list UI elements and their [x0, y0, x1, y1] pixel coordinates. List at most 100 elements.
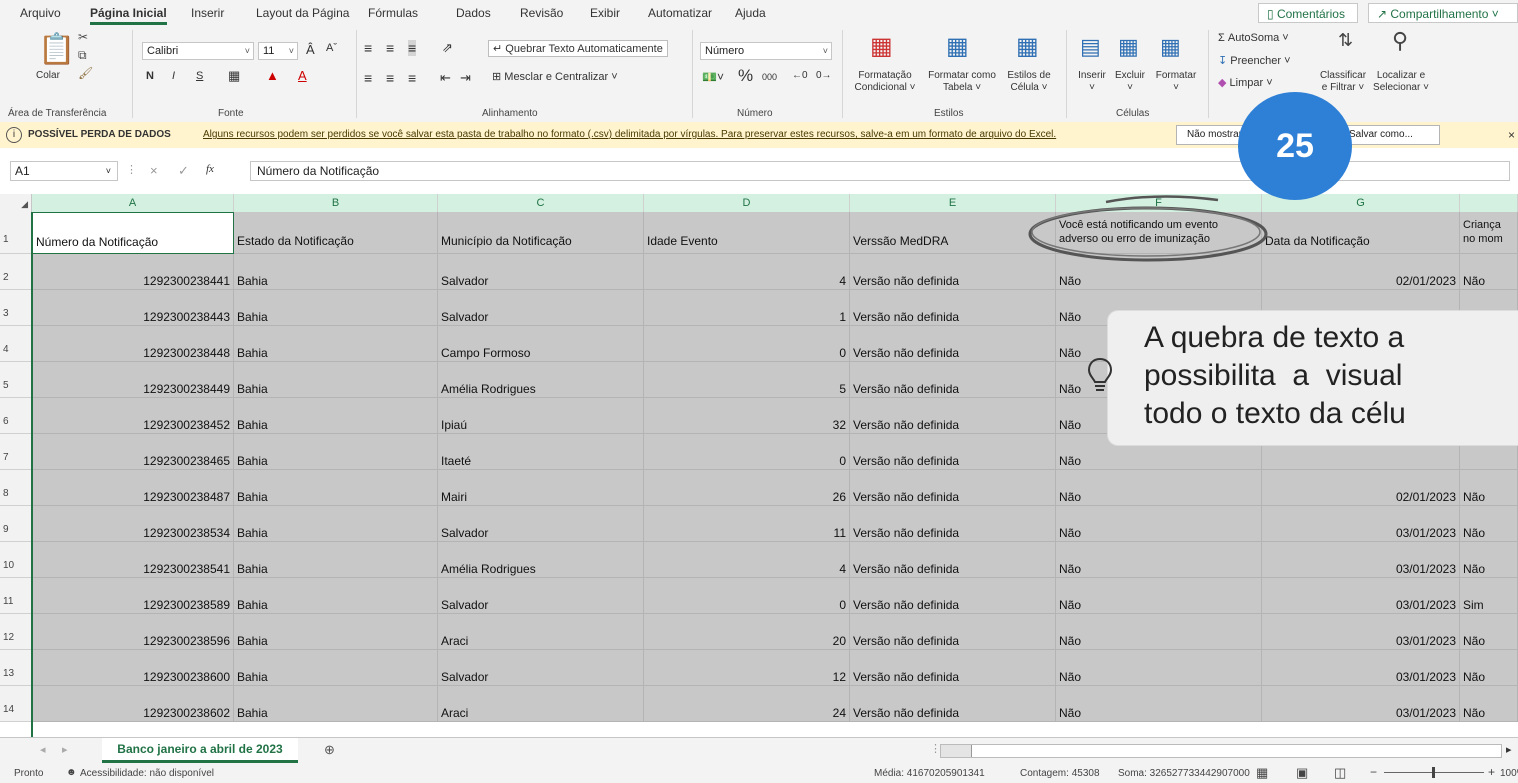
- align-middle-icon[interactable]: ≡: [386, 40, 394, 56]
- cell-e[interactable]: Versão não definida: [850, 650, 1056, 686]
- zoom-slider-thumb[interactable]: [1432, 767, 1435, 778]
- menu-formulas[interactable]: Fórmulas: [368, 6, 418, 20]
- cell-a[interactable]: 1292300238534: [32, 506, 234, 542]
- row-header[interactable]: 6: [0, 398, 32, 434]
- orientation-icon[interactable]: ⇗: [442, 40, 453, 56]
- cell-e[interactable]: Versão não definida: [850, 434, 1056, 470]
- cell-d[interactable]: 32: [644, 398, 850, 434]
- next-sheet-icon[interactable]: ▸: [62, 743, 68, 756]
- menu-pagina-inicial[interactable]: Página Inicial: [90, 6, 167, 25]
- row-header[interactable]: 13: [0, 650, 32, 686]
- sort-filter-button[interactable]: Classificar e Filtrar ˅: [1312, 70, 1374, 94]
- cell-f[interactable]: Não: [1056, 578, 1262, 614]
- cell-a[interactable]: 1292300238487: [32, 470, 234, 506]
- cell-d[interactable]: 20: [644, 614, 850, 650]
- delete-button[interactable]: Excluir ˅: [1110, 70, 1150, 94]
- header-cell-c[interactable]: Município da Notificação: [438, 212, 644, 254]
- format-painter-icon[interactable]: 🖌: [78, 66, 93, 80]
- cell-h[interactable]: Não: [1460, 506, 1518, 542]
- cell-c[interactable]: Ipiaú: [438, 398, 644, 434]
- row-header[interactable]: 5: [0, 362, 32, 398]
- cell-c[interactable]: Salvador: [438, 506, 644, 542]
- cell-f[interactable]: Não: [1056, 614, 1262, 650]
- conditional-format-button[interactable]: Formatação Condicional ˅: [850, 70, 920, 94]
- align-bottom-icon[interactable]: ≡: [408, 40, 417, 56]
- cell-h[interactable]: Sim: [1460, 578, 1518, 614]
- increase-decimal-icon[interactable]: ←0: [792, 70, 808, 81]
- cell-f[interactable]: Não: [1056, 542, 1262, 578]
- cell-c[interactable]: Itaeté: [438, 434, 644, 470]
- clear-button[interactable]: ◆ Limpar ˅: [1218, 76, 1273, 89]
- cell-a[interactable]: 1292300238600: [32, 650, 234, 686]
- row-header[interactable]: 7: [0, 434, 32, 470]
- add-sheet-icon[interactable]: ⊕: [324, 742, 335, 758]
- menu-automatizar[interactable]: Automatizar: [648, 6, 712, 20]
- cell-d[interactable]: 5: [644, 362, 850, 398]
- menu-revisao[interactable]: Revisão: [520, 6, 563, 20]
- cell-g[interactable]: 03/01/2023: [1262, 614, 1460, 650]
- wrap-text-button[interactable]: ↵ Quebrar Texto Automaticamente: [488, 40, 668, 57]
- thousands-button[interactable]: 000: [762, 72, 777, 82]
- shrink-font-button[interactable]: Aˇ: [326, 42, 337, 54]
- cell-e[interactable]: Versão não definida: [850, 290, 1056, 326]
- scroll-right-icon[interactable]: ▸: [1506, 743, 1512, 756]
- cell-f[interactable]: Não: [1056, 506, 1262, 542]
- cell-b[interactable]: Bahia: [234, 650, 438, 686]
- cell-d[interactable]: 4: [644, 542, 850, 578]
- cell-c[interactable]: Salvador: [438, 650, 644, 686]
- row-header[interactable]: 14: [0, 686, 32, 722]
- search-icon[interactable]: ⚲: [1392, 28, 1408, 54]
- cut-icon[interactable]: ✂: [78, 30, 88, 44]
- cell-b[interactable]: Bahia: [234, 578, 438, 614]
- comments-button[interactable]: ▯ Comentários: [1258, 3, 1358, 23]
- cell-c[interactable]: Salvador: [438, 578, 644, 614]
- horizontal-scrollbar[interactable]: [940, 744, 1502, 758]
- cell-b[interactable]: Bahia: [234, 398, 438, 434]
- save-as-button[interactable]: Salvar como...: [1338, 125, 1440, 145]
- cell-b[interactable]: Bahia: [234, 326, 438, 362]
- cell-h[interactable]: Não: [1460, 470, 1518, 506]
- cell-d[interactable]: 12: [644, 650, 850, 686]
- cell-d[interactable]: 26: [644, 470, 850, 506]
- share-button[interactable]: ↗ Compartilhamento ˅: [1368, 3, 1518, 23]
- underline-button[interactable]: S: [196, 70, 203, 82]
- cell-d[interactable]: 24: [644, 686, 850, 722]
- cell-d[interactable]: 11: [644, 506, 850, 542]
- cell-e[interactable]: Versão não definida: [850, 578, 1056, 614]
- zoom-out-icon[interactable]: −: [1370, 765, 1377, 779]
- cell-d[interactable]: 0: [644, 326, 850, 362]
- cell-d[interactable]: 0: [644, 434, 850, 470]
- close-icon[interactable]: ×: [1508, 128, 1515, 142]
- format-as-table-button[interactable]: Formatar como Tabela ˅: [922, 70, 1002, 94]
- cell-b[interactable]: Bahia: [234, 542, 438, 578]
- column-header-d[interactable]: D: [644, 194, 850, 212]
- cell-a[interactable]: 1292300238602: [32, 686, 234, 722]
- cell-a[interactable]: 1292300238449: [32, 362, 234, 398]
- cell-c[interactable]: Araci: [438, 614, 644, 650]
- page-break-icon[interactable]: ◫: [1334, 765, 1346, 781]
- cell-a[interactable]: 1292300238465: [32, 434, 234, 470]
- sheet-tab-active[interactable]: Banco janeiro a abril de 2023: [102, 738, 298, 763]
- font-size-select[interactable]: 11 ˅: [258, 42, 298, 60]
- accessibility-status[interactable]: Acessibilidade: não disponível: [80, 768, 214, 779]
- select-all-corner[interactable]: ◢: [0, 194, 32, 212]
- cell-h[interactable]: Não: [1460, 650, 1518, 686]
- cell-e[interactable]: Versão não definida: [850, 542, 1056, 578]
- cell-c[interactable]: Mairi: [438, 470, 644, 506]
- zoom-in-icon[interactable]: +: [1488, 765, 1495, 779]
- menu-inserir[interactable]: Inserir: [191, 6, 224, 20]
- header-cell-h[interactable]: Criança no mom: [1460, 212, 1518, 254]
- row-header[interactable]: 10: [0, 542, 32, 578]
- cell-c[interactable]: Salvador: [438, 290, 644, 326]
- menu-exibir[interactable]: Exibir: [590, 6, 620, 20]
- insert-button[interactable]: Inserir ˅: [1072, 70, 1112, 94]
- cell-h[interactable]: Não: [1460, 614, 1518, 650]
- cell-c[interactable]: Salvador: [438, 254, 644, 290]
- cell-d[interactable]: 0: [644, 578, 850, 614]
- sort-filter-icon[interactable]: ⇅: [1338, 30, 1353, 51]
- cell-h[interactable]: Não: [1460, 254, 1518, 290]
- column-header-h[interactable]: [1460, 194, 1518, 212]
- row-header[interactable]: 3: [0, 290, 32, 326]
- cell-a[interactable]: 1292300238441: [32, 254, 234, 290]
- zoom-slider[interactable]: [1384, 767, 1484, 778]
